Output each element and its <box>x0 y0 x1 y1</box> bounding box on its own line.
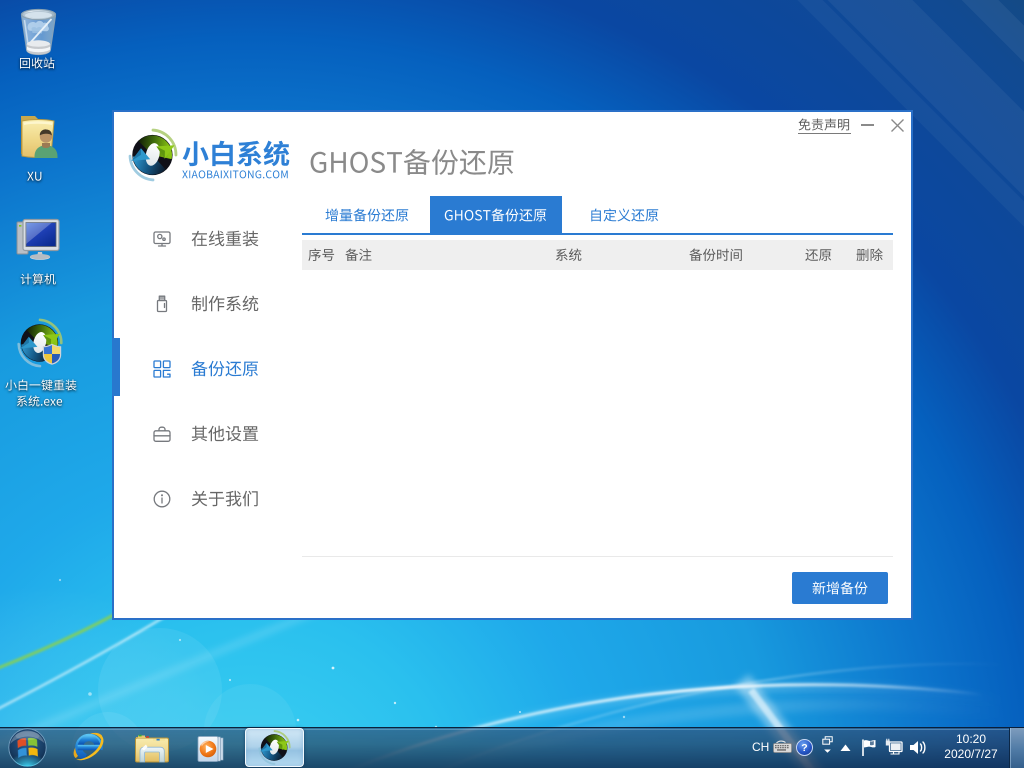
svg-text:?: ? <box>801 742 807 754</box>
